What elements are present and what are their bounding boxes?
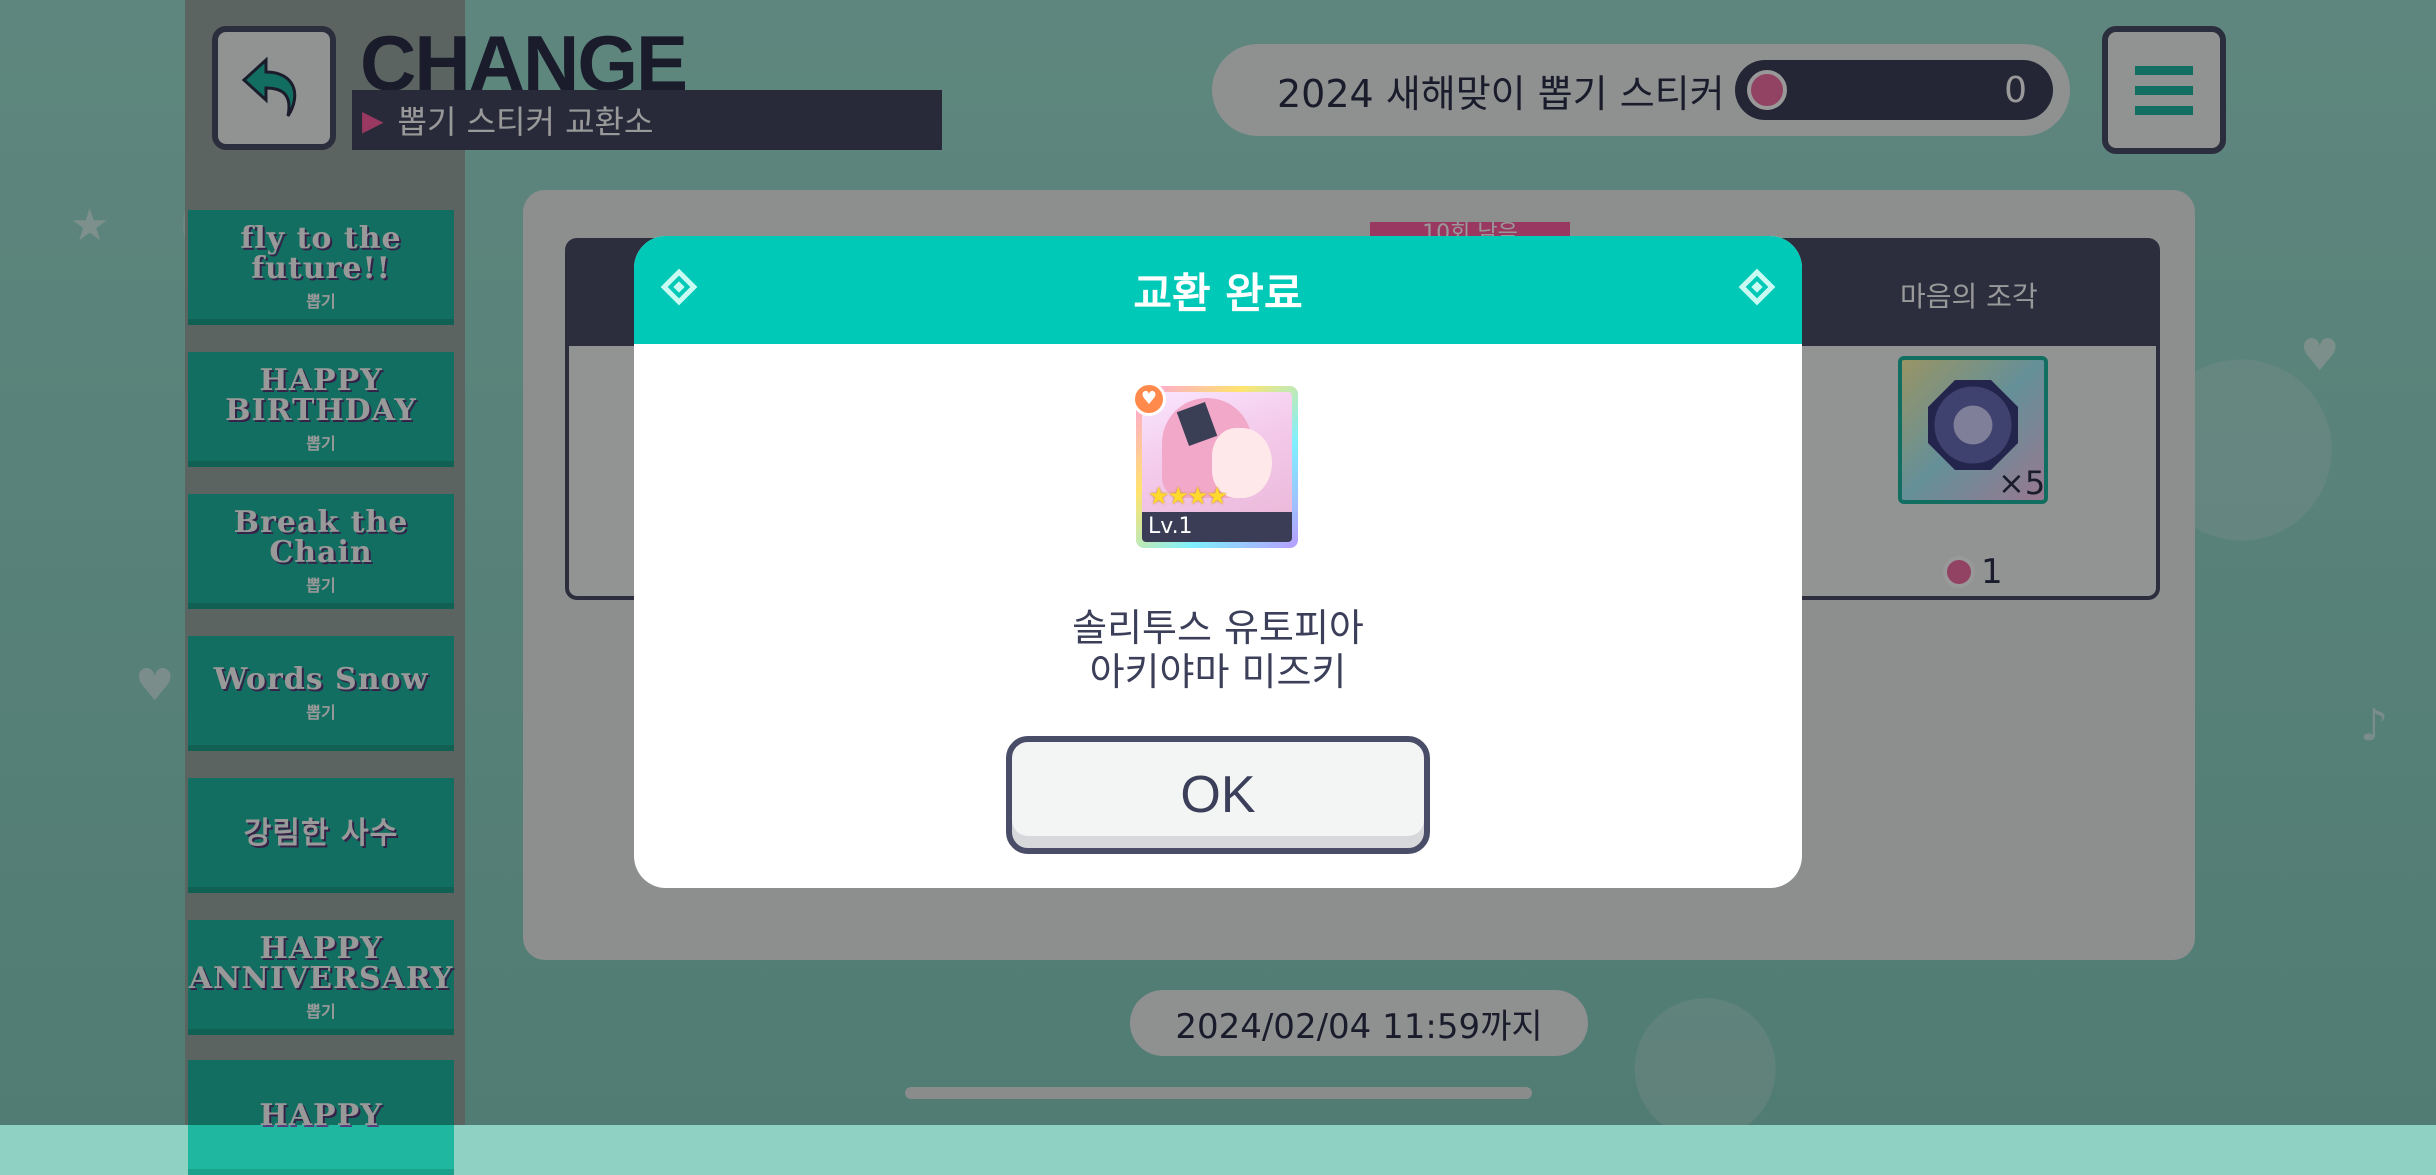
dialog-title: 교환 완료 (1133, 268, 1303, 318)
character-card[interactable]: ★★★★ Lv.1 ♥ (1132, 382, 1298, 548)
character-name-line2: 아키야마 미즈키 (1089, 650, 1347, 694)
character-name-line1: 솔리투스 유토피아 (1072, 606, 1364, 650)
character-name: 솔리투스 유토피아 아키야마 미즈키 (634, 606, 1802, 694)
character-card-art: ★★★★ Lv.1 (1142, 392, 1292, 542)
diamond-icon (1738, 268, 1776, 306)
ok-button[interactable]: OK (1006, 736, 1430, 854)
dialog-header: 교환 완료 (634, 236, 1802, 344)
rarity-stars: ★★★★ (1148, 482, 1228, 510)
card-level: Lv.1 (1142, 512, 1292, 542)
diamond-icon (660, 268, 698, 306)
attribute-heart-icon: ♥ (1132, 382, 1166, 416)
exchange-complete-dialog: 교환 완료 ★★★★ Lv.1 ♥ 솔리투스 유토피아 아키야마 미즈키 OK (634, 236, 1802, 888)
